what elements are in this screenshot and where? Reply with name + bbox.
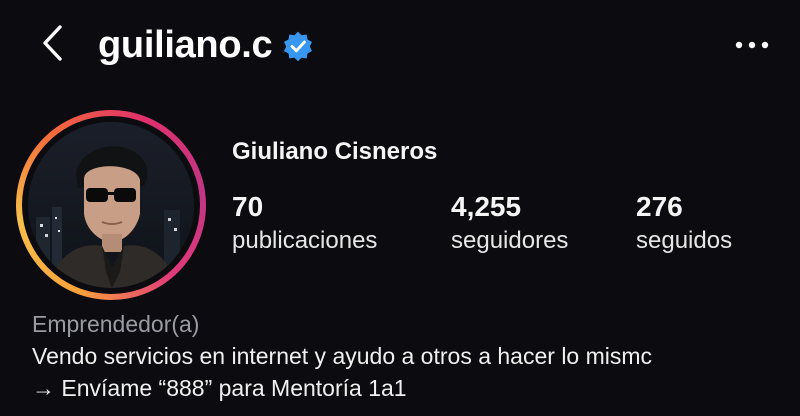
following-count: 276 — [636, 191, 683, 222]
posts-label: publicaciones — [232, 227, 378, 254]
chevron-left-icon — [43, 25, 62, 61]
back-button[interactable] — [30, 20, 76, 66]
username: guiliano.c — [98, 23, 273, 66]
verified-badge-icon — [284, 31, 313, 62]
following-stat[interactable]: 276 seguidos — [636, 190, 732, 258]
story-ring[interactable] — [16, 110, 206, 300]
followers-label: seguidores — [451, 227, 569, 254]
full-name: Giuliano Cisneros — [232, 138, 438, 165]
avatar-gap — [22, 116, 200, 294]
bio-line-1: Vendo servicios en internet y ayudo a ot… — [32, 343, 653, 369]
more-dots-icon — [735, 41, 769, 49]
avatar — [28, 122, 194, 288]
bio-category: Emprendedor(a) — [32, 311, 200, 337]
more-options-button[interactable] — [728, 30, 776, 60]
bio: Emprendedor(a) Vendo servicios en intern… — [32, 308, 792, 404]
bio-line-2: → Envíame “888” para Mentoría 1a1 — [32, 375, 407, 401]
username-header: guiliano.c — [98, 20, 314, 70]
followers-stat[interactable]: 4,255 seguidores — [451, 190, 568, 258]
posts-stat[interactable]: 70 publicaciones — [232, 190, 377, 258]
avatar-photo — [28, 122, 194, 288]
followers-count: 4,255 — [451, 191, 522, 222]
top-bar: guiliano.c — [0, 0, 800, 96]
following-label: seguidos — [636, 227, 733, 254]
posts-count: 70 — [232, 191, 264, 222]
